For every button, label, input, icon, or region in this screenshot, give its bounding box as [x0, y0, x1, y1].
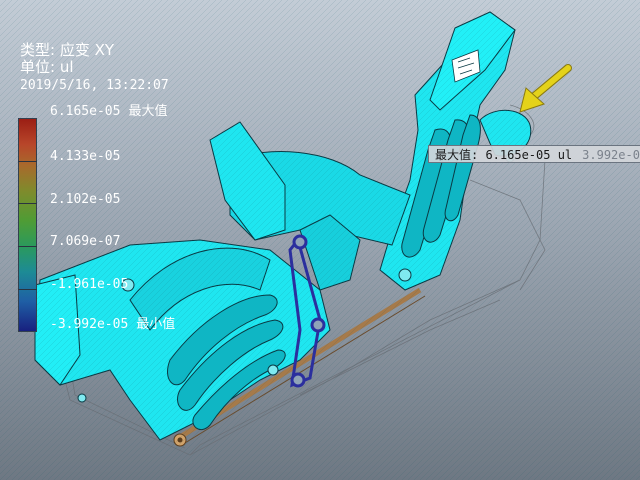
legend-min-tag: 最小值 [136, 317, 176, 332]
legend-max-label: 6.165e-05 最大值 [50, 105, 167, 119]
legend-max-tag: 最大值 [128, 104, 168, 119]
result-info: 类型: 应变 XY 单位: ul 2019/5/16, 13:22:07 [20, 42, 169, 94]
probe-text: 最大值: 6.165e-05 ul [435, 148, 573, 162]
legend-tick-mark [18, 161, 37, 162]
legend-tick-mark [18, 246, 37, 247]
legend-min-label: -3.992e-05 最小值 [50, 318, 175, 332]
fea-viewport[interactable]: 类型: 应变 XY 单位: ul 2019/5/16, 13:22:07 6.1… [0, 0, 640, 480]
legend-tick-label: 4.133e-05 [50, 149, 121, 164]
legend-tick-mark [18, 289, 37, 290]
legend-tick-label: 2.102e-05 [50, 192, 121, 207]
max-value-probe[interactable]: 最大值: 6.165e-05 ul 3.992e-05 [428, 145, 640, 163]
legend-tick-label: 7.069e-07 [50, 234, 121, 249]
legend-tick-mark [18, 203, 37, 204]
legend-tick-label: -1.961e-05 [50, 277, 129, 292]
result-type-label: 类型: 应变 XY [20, 41, 115, 59]
result-timestamp: 2019/5/16, 13:22:07 [20, 78, 169, 93]
legend-min-value: -3.992e-05 [50, 317, 129, 332]
probe-ghost-text: 3.992e-05 [582, 148, 640, 162]
result-unit-label: 单位: ul [20, 58, 74, 76]
color-legend-bar [18, 118, 37, 332]
legend-max-value: 6.165e-05 [50, 104, 121, 119]
